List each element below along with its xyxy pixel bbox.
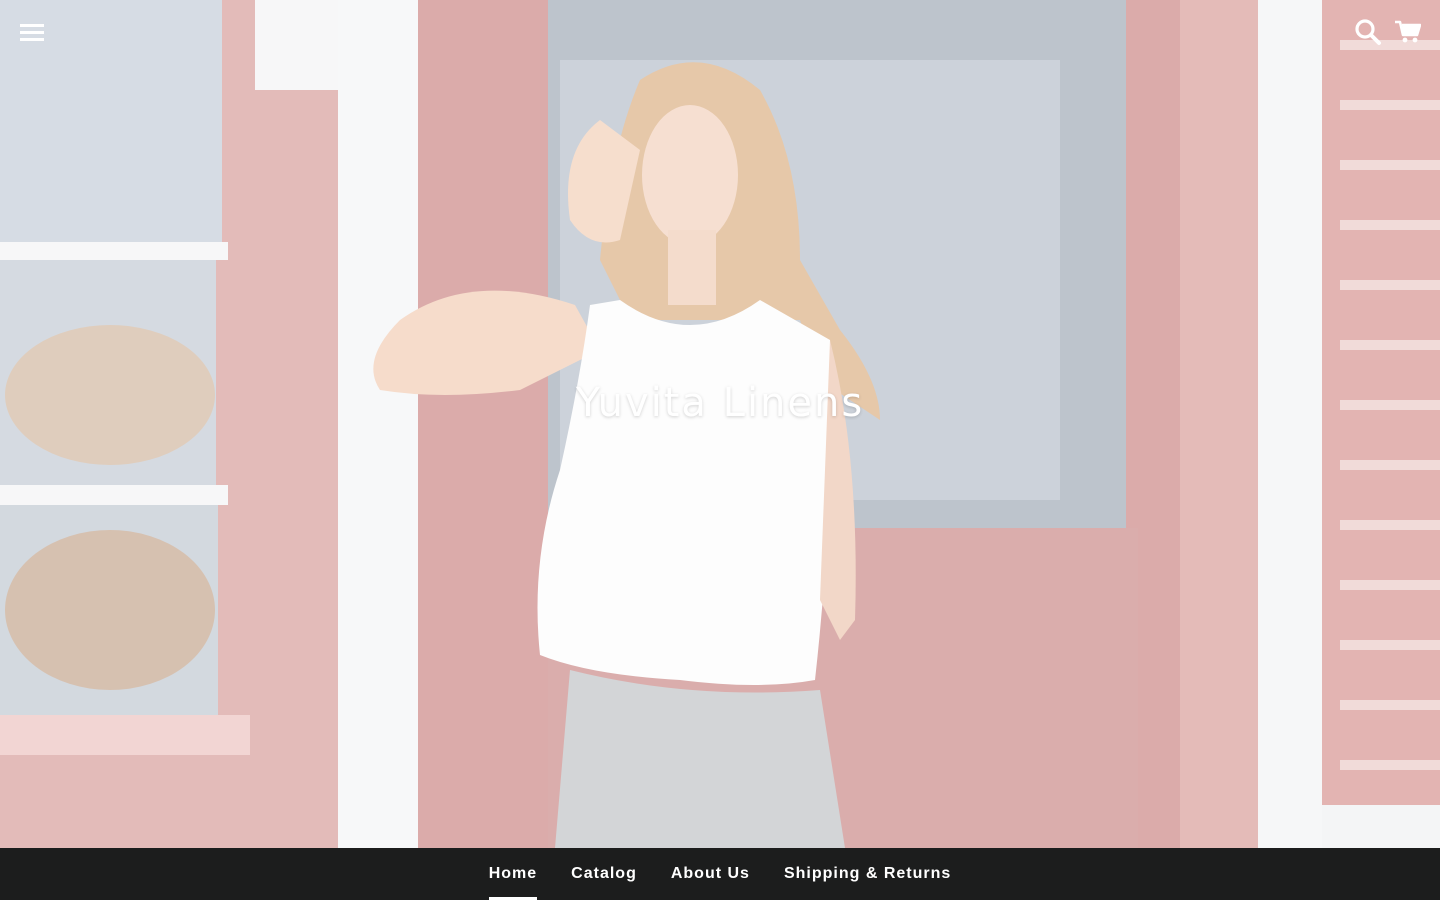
search-icon[interactable] <box>1348 12 1388 52</box>
nav-item-home[interactable]: Home <box>472 848 554 900</box>
site-title[interactable]: Yuvita Linens <box>0 380 1440 426</box>
nav-item-label: Catalog <box>571 865 637 882</box>
main-navigation: Home Catalog About Us Shipping & Returns <box>0 848 1440 900</box>
shopping-cart-icon[interactable] <box>1388 12 1428 52</box>
hamburger-menu-icon[interactable] <box>12 12 52 52</box>
nav-item-label: Home <box>488 865 538 882</box>
nav-item-label: About Us <box>670 865 750 882</box>
nav-item-about-us[interactable]: About Us <box>654 848 767 900</box>
storefront-page: Yuvita Linens Home Catalog About Us Ship… <box>0 0 1440 900</box>
hero-banner: Yuvita Linens <box>0 0 1440 848</box>
nav-item-catalog[interactable]: Catalog <box>554 848 654 900</box>
nav-item-shipping-returns[interactable]: Shipping & Returns <box>767 848 968 900</box>
nav-item-label: Shipping & Returns <box>783 865 952 882</box>
